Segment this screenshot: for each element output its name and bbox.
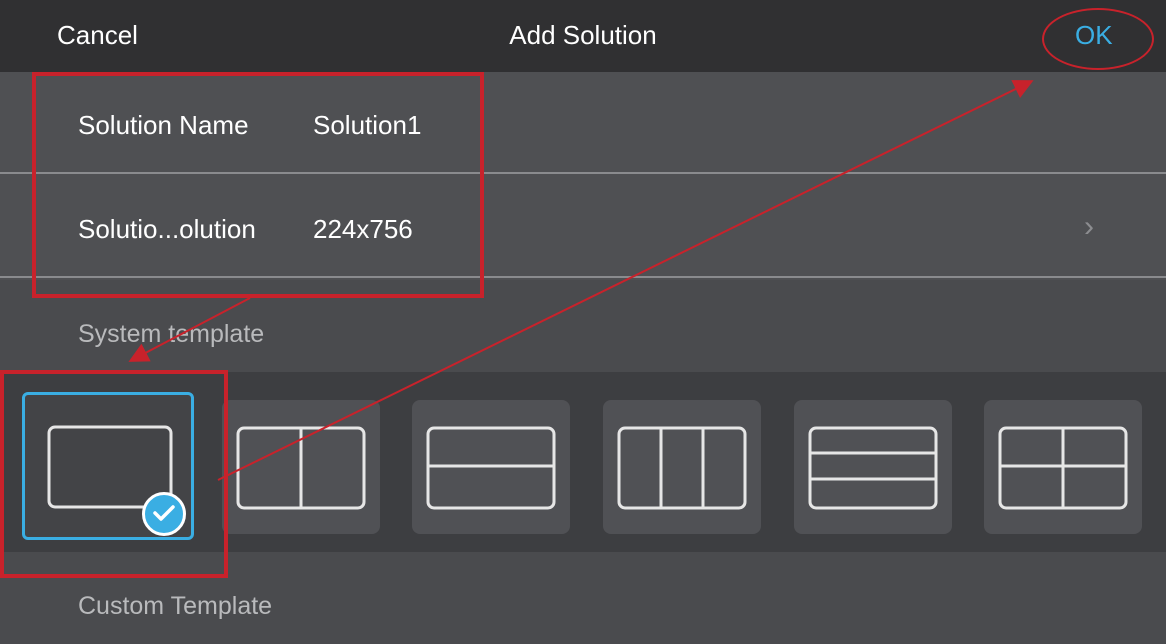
- annotation-arrow-template-to-ok: [217, 80, 1034, 481]
- annotation-arrow-fields-to-template: [128, 297, 251, 362]
- annotation-arrows: [128, 80, 1034, 481]
